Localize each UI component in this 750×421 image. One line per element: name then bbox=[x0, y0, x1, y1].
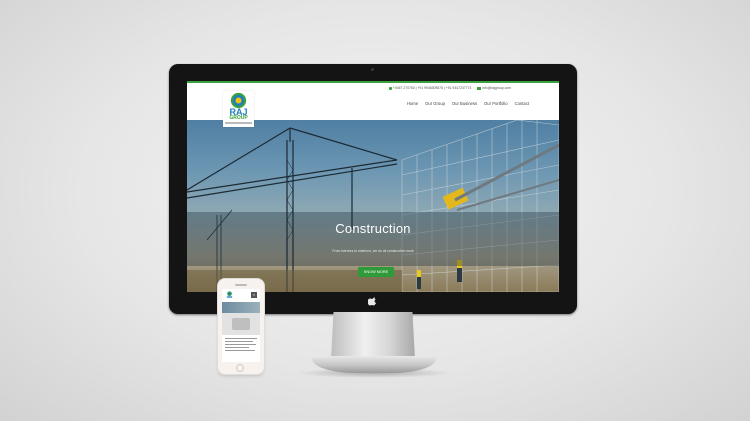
mobile-text-line bbox=[225, 347, 249, 349]
iphone-device: × bbox=[218, 279, 264, 374]
imac-stand bbox=[331, 312, 415, 360]
hero-subtitle: From interiors to exteriors, we do all c… bbox=[332, 249, 414, 253]
mobile-logo-icon bbox=[226, 291, 233, 298]
hero-title: Construction bbox=[335, 221, 411, 236]
mobile-section-image bbox=[232, 318, 250, 330]
topbar-phone-3[interactable]: +91 9447237773 bbox=[446, 86, 472, 90]
hero-banner: Construction From interiors to exteriors… bbox=[187, 120, 559, 292]
nav-item-our-group[interactable]: Our Group bbox=[425, 101, 445, 106]
nav-menu: Home Our Group Our Business Our Portfoli… bbox=[407, 101, 529, 106]
imac-monitor: +0467 270760 | +91 9946309876 | +91 9447… bbox=[169, 64, 577, 314]
nav-item-our-business[interactable]: Our Business bbox=[452, 101, 477, 106]
mobile-text-line bbox=[225, 344, 256, 346]
phone-icon bbox=[388, 86, 392, 90]
phone-speaker bbox=[235, 284, 247, 286]
topbar-phone-2[interactable]: +91 9946309876 bbox=[417, 86, 443, 90]
mobile-text-line bbox=[225, 350, 255, 352]
topbar-phone-1[interactable]: +0467 270760 bbox=[393, 86, 415, 90]
nav-item-home[interactable]: Home bbox=[407, 101, 418, 106]
logo-group-text: GROUP bbox=[229, 115, 248, 121]
topbar-phones: +0467 270760 | +91 9946309876 | +91 9447… bbox=[388, 86, 472, 90]
raj-group-logo[interactable]: RAJ GROUP bbox=[223, 91, 254, 127]
topbar-email: info@rajgroup.com bbox=[477, 86, 511, 90]
monitor-screen: +0467 270760 | +91 9946309876 | +91 9447… bbox=[187, 81, 559, 292]
topbar-email-link[interactable]: info@rajgroup.com bbox=[482, 86, 511, 90]
mobile-text-line bbox=[225, 338, 257, 340]
nav-item-contact[interactable]: Contact bbox=[515, 101, 529, 106]
close-icon[interactable]: × bbox=[251, 292, 257, 298]
nav-item-our-portfolio[interactable]: Our Portfolio bbox=[484, 101, 508, 106]
apple-icon bbox=[368, 297, 377, 306]
mail-icon bbox=[477, 86, 482, 90]
logo-tagline-bar bbox=[225, 122, 252, 124]
mobile-text-line bbox=[225, 341, 253, 343]
imac-stand-base bbox=[312, 356, 436, 373]
phone-screen: × bbox=[222, 289, 260, 362]
home-button[interactable] bbox=[236, 364, 244, 372]
know-more-button[interactable]: KNOW MORE bbox=[358, 267, 394, 277]
mobile-hero-image bbox=[222, 302, 260, 313]
camera-dot bbox=[371, 68, 374, 71]
